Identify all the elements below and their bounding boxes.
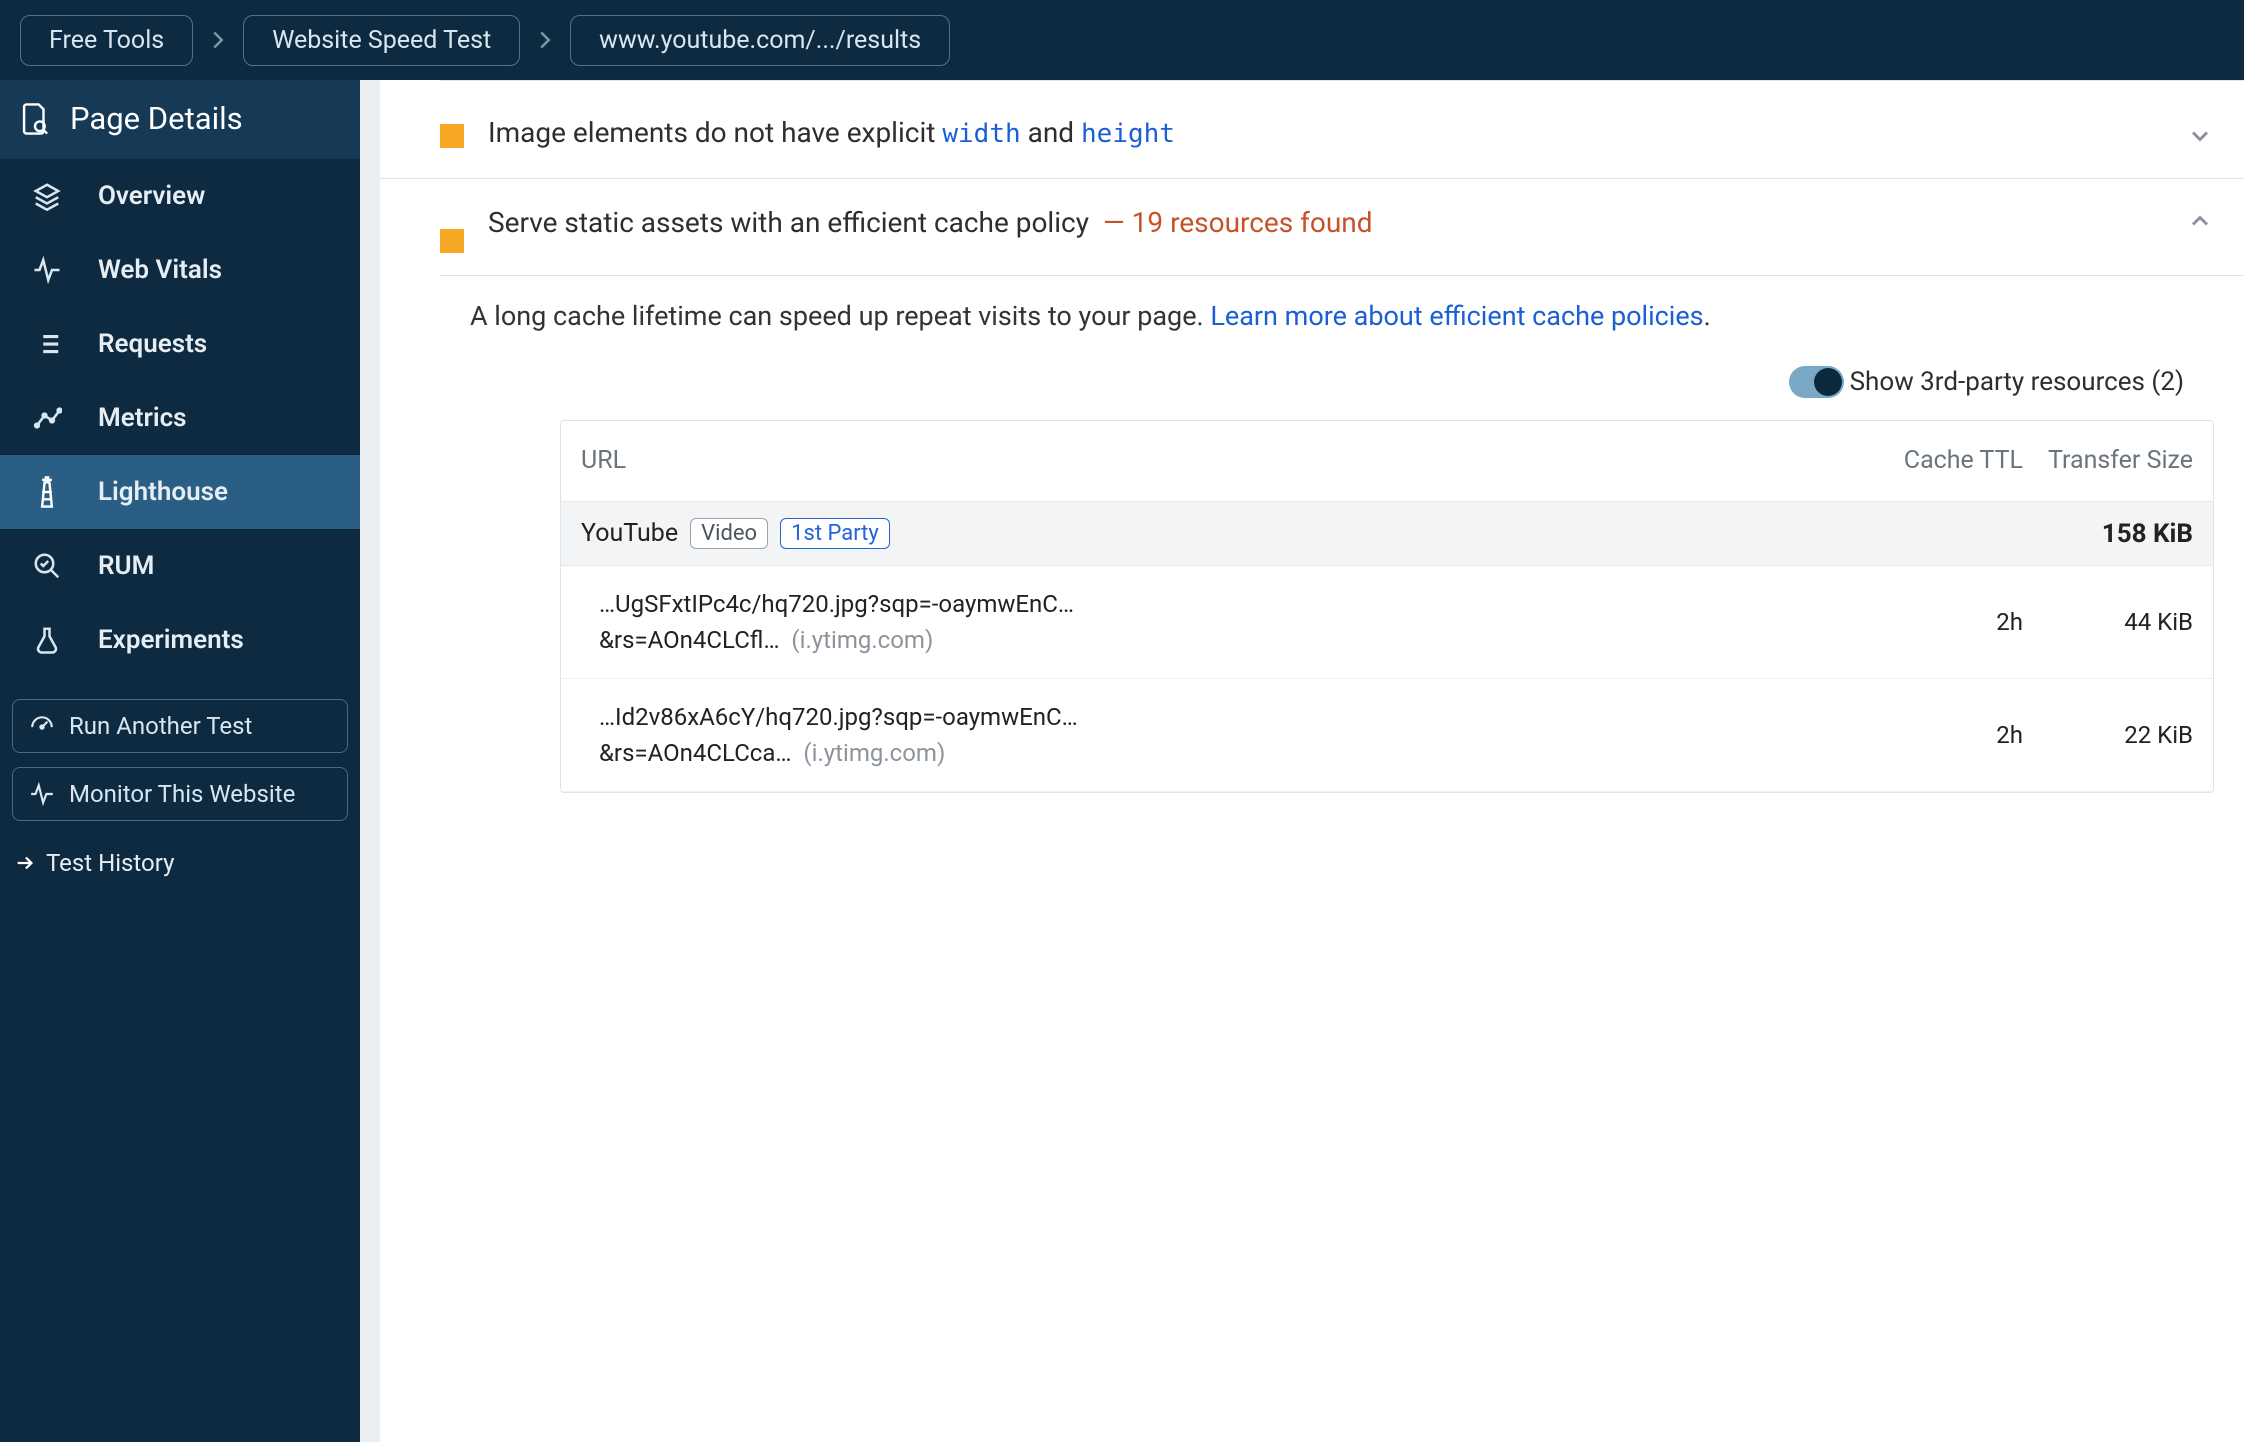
group-name: YouTube — [581, 519, 678, 548]
resource-url-line1: …UgSFxtIPc4c/hq720.jpg?sqp=-oaymwEnC… — [599, 586, 1893, 622]
col-url: URL — [581, 446, 1893, 475]
resource-url-line2: &rs=AOn4CLCca… — [599, 739, 791, 767]
breadcrumb: Free Tools Website Speed Test www.youtub… — [0, 0, 2244, 80]
sidebar-item-rum[interactable]: RUM — [0, 529, 360, 603]
resource-size: 44 KiB — [2023, 608, 2193, 636]
page-title: Page Details — [70, 100, 243, 137]
table-header: URL Cache TTL Transfer Size — [561, 421, 2213, 503]
audit-meta: — 19 resources found — [1103, 206, 1373, 239]
layers-icon — [30, 179, 64, 213]
resource-host: (i.ytimg.com) — [803, 739, 945, 767]
sidebar-header: Page Details — [0, 80, 360, 159]
sidebar-item-label: Metrics — [98, 403, 187, 433]
action-label: Run Another Test — [69, 712, 252, 740]
audit-panel: Image elements do not have explicit widt… — [380, 80, 2244, 1442]
breadcrumb-item-speed-test[interactable]: Website Speed Test — [243, 15, 520, 66]
warning-square-icon — [440, 229, 464, 253]
action-label: Monitor This Website — [69, 780, 295, 808]
resource-url-line2: &rs=AOn4CLCfl… — [599, 626, 780, 654]
audit-image-dimensions[interactable]: Image elements do not have explicit widt… — [380, 81, 2244, 178]
monitor-website-button[interactable]: Monitor This Website — [12, 767, 348, 821]
test-history-label: Test History — [46, 849, 174, 877]
activity-icon — [29, 781, 55, 807]
breadcrumb-item-results[interactable]: www.youtube.com/.../results — [570, 15, 950, 66]
audit-description: A long cache lifetime can speed up repea… — [470, 296, 2214, 338]
resource-url-line1: …Id2v86xA6cY/hq720.jpg?sqp=-oaymwEnC… — [599, 699, 1893, 735]
resource-ttl: 2h — [1893, 608, 2023, 636]
group-size: 158 KiB — [2023, 519, 2193, 549]
sidebar-item-label: Web Vitals — [98, 255, 222, 285]
resource-host: (i.ytimg.com) — [791, 626, 933, 654]
sidebar-item-experiments[interactable]: Experiments — [0, 603, 360, 677]
warning-square-icon — [440, 124, 464, 148]
breadcrumb-item-free-tools[interactable]: Free Tools — [20, 15, 193, 66]
sidebar-item-label: Lighthouse — [98, 477, 228, 507]
chevron-up-icon[interactable] — [2186, 207, 2214, 235]
activity-icon — [30, 253, 64, 287]
chevron-down-icon[interactable] — [2186, 122, 2214, 150]
chart-icon — [30, 401, 64, 435]
sidebar-item-metrics[interactable]: Metrics — [0, 381, 360, 455]
table-row[interactable]: …Id2v86xA6cY/hq720.jpg?sqp=-oaymwEnC… &r… — [561, 679, 2213, 792]
sidebar-item-overview[interactable]: Overview — [0, 159, 360, 233]
run-another-test-button[interactable]: Run Another Test — [12, 699, 348, 753]
sidebar: Page Details Overview Web Vitals Request… — [0, 80, 360, 1442]
chevron-right-icon — [538, 30, 552, 50]
audit-title: Serve static assets with an efficient ca… — [488, 201, 2162, 246]
lighthouse-icon — [30, 475, 64, 509]
toggle-label: Show 3rd-party resources (2) — [1850, 367, 2184, 397]
col-ttl: Cache TTL — [1893, 445, 2023, 478]
resource-ttl: 2h — [1893, 721, 2023, 749]
chip-video: Video — [690, 518, 768, 549]
chip-first-party: 1st Party — [780, 518, 890, 549]
col-size: Transfer Size — [2023, 445, 2193, 478]
sidebar-item-lighthouse[interactable]: Lighthouse — [0, 455, 360, 529]
third-party-toggle[interactable] — [1789, 366, 1844, 398]
sidebar-item-requests[interactable]: Requests — [0, 307, 360, 381]
sidebar-item-label: Requests — [98, 329, 207, 359]
audit-cache-policy[interactable]: Serve static assets with an efficient ca… — [380, 178, 2244, 275]
chevron-right-icon — [211, 30, 225, 50]
resources-table: URL Cache TTL Transfer Size YouTube Vide… — [560, 420, 2214, 794]
gauge-icon — [29, 713, 55, 739]
flask-icon — [30, 623, 64, 657]
table-row[interactable]: …UgSFxtIPc4c/hq720.jpg?sqp=-oaymwEnC… &r… — [561, 566, 2213, 679]
audit-title: Image elements do not have explicit widt… — [488, 111, 2162, 156]
test-history-link[interactable]: Test History — [0, 827, 360, 889]
zoom-icon — [30, 549, 64, 583]
list-icon — [30, 327, 64, 361]
learn-more-link[interactable]: Learn more about efficient cache policie… — [1210, 300, 1703, 332]
table-group-row[interactable]: YouTube Video 1st Party 158 KiB — [561, 502, 2213, 566]
arrow-right-icon — [14, 852, 36, 874]
page-details-icon — [20, 102, 50, 136]
sidebar-item-label: RUM — [98, 551, 154, 581]
resource-size: 22 KiB — [2023, 721, 2193, 749]
sidebar-item-label: Overview — [98, 181, 205, 211]
sidebar-item-web-vitals[interactable]: Web Vitals — [0, 233, 360, 307]
sidebar-item-label: Experiments — [98, 625, 244, 655]
